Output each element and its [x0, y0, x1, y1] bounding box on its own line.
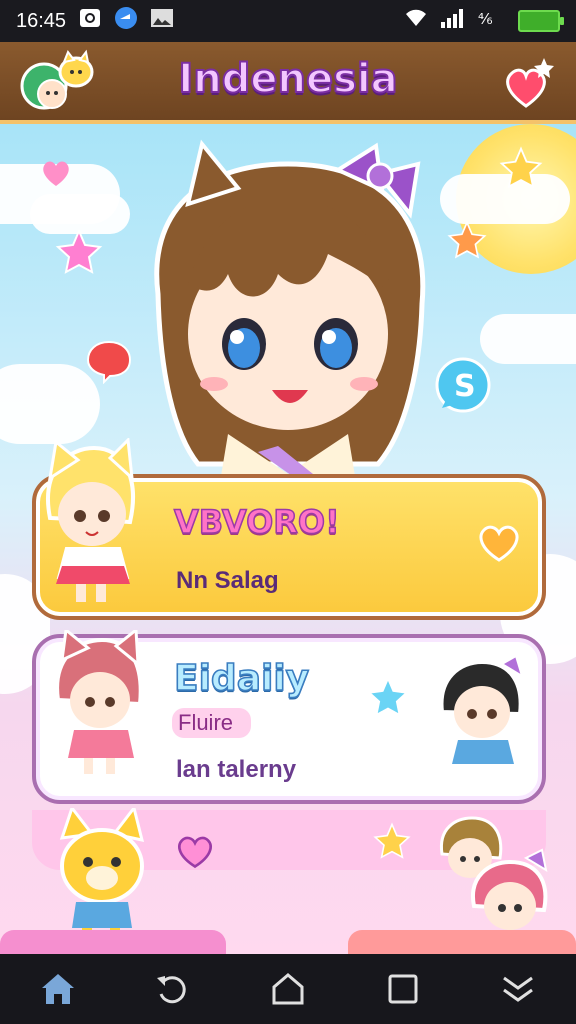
status-bar: 16:45 ⁴⁄₆ [0, 0, 576, 42]
home-icon[interactable] [36, 967, 80, 1011]
house-outline-icon[interactable] [266, 967, 310, 1011]
heart-icon[interactable] [476, 518, 522, 564]
back-rotate-icon[interactable] [151, 967, 195, 1011]
gallery-icon [150, 7, 174, 35]
svg-text:⁴⁄₆: ⁴⁄₆ [478, 10, 493, 28]
hero-character [154, 139, 426, 494]
app-badge-icon [114, 6, 138, 36]
recents-icon[interactable] [381, 967, 425, 1011]
star-icon[interactable] [366, 676, 410, 720]
network-icon: ⁴⁄₆ [478, 8, 506, 34]
chibi-character-blonde [46, 438, 135, 602]
heart-icon [43, 161, 69, 186]
star-icon [373, 822, 411, 859]
heart-icon [178, 836, 212, 869]
card-title: Eidaiiy [173, 657, 310, 700]
star-icon [499, 146, 543, 189]
card-subtitle: Nn Salag [176, 567, 279, 594]
card-tag: Fluire [172, 708, 252, 738]
cloud-decoration [480, 314, 576, 364]
background-scene: S VBVORO! Nn Salag Eidaiiy Fluire lan ta… [0, 124, 576, 954]
app-title: Indenesia [177, 55, 398, 103]
camera-icon [78, 6, 102, 36]
app-header: Indenesia [0, 42, 576, 124]
chibi-character-fox [59, 808, 145, 944]
bottom-tab-left[interactable] [0, 930, 226, 954]
heart-star-icon[interactable] [500, 56, 556, 112]
bottom-tab-right[interactable] [348, 930, 576, 954]
card-subtitle: lan talerny [176, 756, 297, 783]
wifi-icon [404, 8, 428, 34]
chibi-character-pink [55, 630, 143, 774]
status-time: 16:45 [16, 9, 67, 32]
card-title: VBVORO! [173, 502, 340, 542]
star-icon [55, 228, 103, 274]
double-chevron-down-icon[interactable] [496, 967, 540, 1011]
chibi-character-dark [439, 656, 524, 764]
battery-icon [518, 10, 564, 32]
system-nav-bar [0, 954, 576, 1024]
signal-icon [440, 8, 466, 34]
